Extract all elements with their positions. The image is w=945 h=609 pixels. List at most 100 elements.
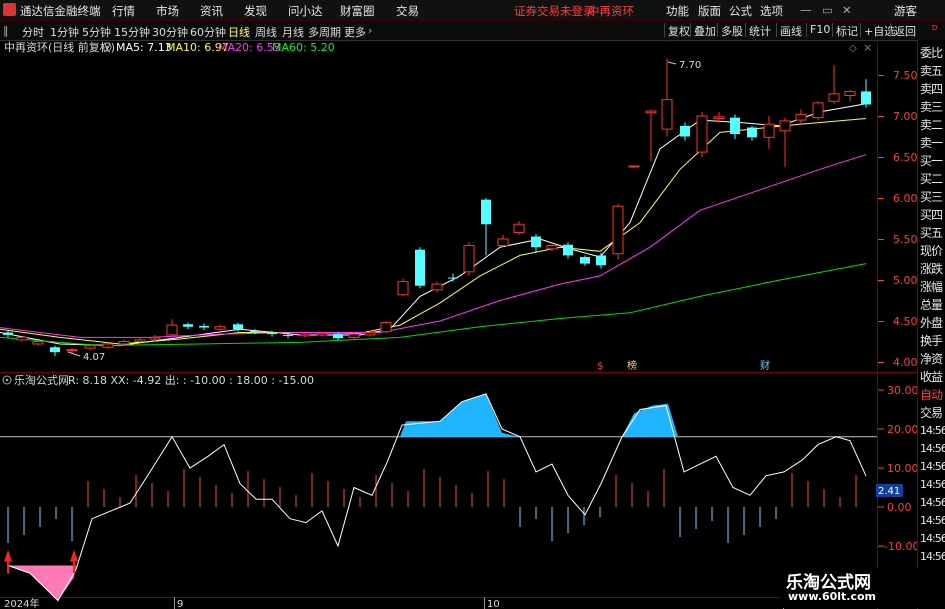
candle bbox=[333, 332, 343, 340]
quote-item[interactable]: 外盘 bbox=[920, 314, 943, 331]
low-pointer bbox=[67, 351, 81, 357]
candle-body bbox=[531, 236, 541, 248]
candle-body bbox=[661, 99, 673, 130]
candle-body bbox=[481, 199, 491, 225]
x-axis-label: 9 bbox=[177, 599, 183, 609]
candle-body bbox=[16, 336, 28, 341]
trade-time: 14:56 bbox=[920, 478, 945, 491]
sub-y-tick: 0.00 bbox=[887, 501, 912, 514]
candle bbox=[183, 322, 193, 330]
candle bbox=[415, 247, 425, 289]
candle-body bbox=[795, 113, 807, 121]
chart-title: 中再资环(日线 前复权) bbox=[4, 40, 115, 54]
quote-item[interactable]: 卖五 bbox=[920, 62, 943, 79]
quote-item[interactable]: 买二 bbox=[920, 170, 943, 187]
diamond-icon[interactable]: ◇ bbox=[849, 43, 857, 54]
quote-item[interactable]: 现价 bbox=[920, 242, 943, 259]
candle bbox=[628, 165, 640, 168]
quote-item[interactable]: 卖四 bbox=[920, 80, 943, 97]
quote-item[interactable]: 买三 bbox=[920, 188, 943, 205]
candle bbox=[380, 321, 392, 334]
candle-body bbox=[431, 283, 443, 291]
candle-body bbox=[828, 93, 840, 102]
candle-body bbox=[199, 325, 209, 328]
quote-item[interactable]: 卖三 bbox=[920, 98, 943, 115]
y-tick: 6.00 bbox=[893, 192, 917, 205]
candle-body bbox=[645, 110, 657, 114]
candle-body bbox=[348, 333, 360, 338]
settings-circle-icon[interactable] bbox=[2, 375, 12, 385]
sub-y-tick: 10.00 bbox=[887, 462, 917, 475]
candle bbox=[397, 278, 409, 297]
candle-body bbox=[380, 322, 392, 333]
y-tick: 5.50 bbox=[893, 233, 917, 246]
candle-body bbox=[102, 343, 114, 348]
candle-body bbox=[333, 334, 343, 339]
quote-item[interactable]: 卖一 bbox=[920, 134, 943, 151]
trade-label[interactable]: 交易 bbox=[920, 404, 943, 421]
quote-item[interactable]: 买四 bbox=[920, 206, 943, 223]
low-price-label: 4.07 bbox=[83, 352, 105, 363]
candle bbox=[680, 122, 690, 141]
candle-body bbox=[415, 249, 425, 286]
candle-body bbox=[118, 341, 130, 345]
candle-body bbox=[747, 127, 757, 138]
candle-body bbox=[812, 102, 824, 119]
candle bbox=[661, 58, 673, 137]
candle bbox=[730, 114, 740, 139]
quote-item[interactable]: 净资 bbox=[920, 350, 943, 367]
candle-body bbox=[546, 245, 558, 250]
y-tick: 7.00 bbox=[893, 110, 917, 123]
candle-body bbox=[166, 324, 178, 336]
candle-body bbox=[299, 333, 311, 337]
candle-body bbox=[779, 120, 791, 132]
candle-body bbox=[680, 125, 690, 137]
close-panel-icon[interactable]: × bbox=[863, 41, 872, 54]
candle-body bbox=[563, 244, 573, 256]
candle bbox=[844, 89, 856, 102]
auto-trade-label[interactable]: 自动 bbox=[920, 386, 943, 403]
candle-body bbox=[861, 91, 871, 105]
current-value: 2.41 bbox=[878, 486, 900, 497]
y-tick: 6.50 bbox=[893, 151, 917, 164]
ma5-label: MA5: 7.13 bbox=[116, 41, 172, 54]
event-marker[interactable]: $ bbox=[597, 361, 603, 372]
candle-body bbox=[628, 165, 640, 168]
event-marker[interactable]: 榜 bbox=[627, 359, 637, 372]
candle-body bbox=[233, 324, 243, 330]
candle-body bbox=[844, 90, 856, 97]
candle bbox=[513, 220, 525, 235]
candle bbox=[828, 65, 840, 104]
candle bbox=[580, 255, 590, 267]
candle-body bbox=[84, 345, 96, 349]
quote-item[interactable]: 涨幅 bbox=[920, 278, 943, 295]
ma5-line bbox=[0, 103, 867, 347]
kline-chart-area[interactable]: 中再资环(日线 前复权) MA5: 7.13 MA10: 6.97 MA20: … bbox=[0, 0, 917, 609]
candle-body bbox=[612, 205, 624, 255]
candle-body bbox=[763, 123, 775, 138]
quote-item[interactable]: 委比 bbox=[920, 44, 943, 61]
candle-body bbox=[214, 326, 226, 330]
y-tick: 7.50 bbox=[893, 69, 917, 82]
candle bbox=[596, 252, 606, 269]
candle bbox=[861, 79, 871, 108]
candle-body bbox=[149, 336, 161, 340]
candle-body bbox=[134, 339, 146, 342]
quote-item[interactable]: 换手 bbox=[920, 332, 943, 349]
candle bbox=[563, 242, 573, 259]
quote-item[interactable]: 卖二 bbox=[920, 116, 943, 133]
quote-item[interactable]: 涨跌 bbox=[920, 260, 943, 277]
trade-time: 14:56 bbox=[920, 496, 945, 509]
indicator-title[interactable]: 乐淘公式网 bbox=[14, 374, 69, 387]
event-marker[interactable]: 财 bbox=[760, 359, 770, 372]
quote-item[interactable]: 收益 bbox=[920, 368, 943, 385]
quote-item[interactable]: 买一 bbox=[920, 152, 943, 169]
candle-body bbox=[316, 332, 328, 336]
candle bbox=[747, 125, 757, 141]
candle bbox=[16, 335, 28, 342]
quote-item[interactable]: 买五 bbox=[920, 224, 943, 241]
candle bbox=[299, 332, 311, 338]
trade-time: 14:56 bbox=[920, 532, 945, 545]
quote-item[interactable]: 总量 bbox=[920, 296, 943, 313]
high-price-label: 7.70 bbox=[679, 60, 701, 71]
